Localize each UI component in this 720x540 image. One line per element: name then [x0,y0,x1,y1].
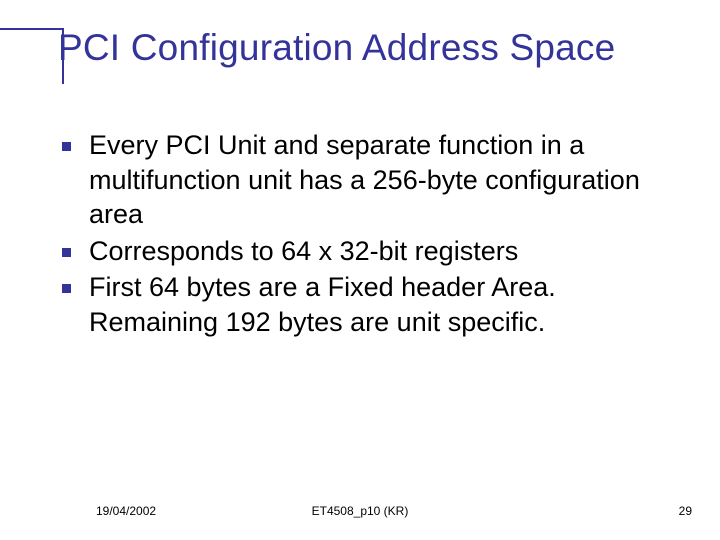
slide-title: PCI Configuration Address Space [46,28,700,69]
square-bullet-icon [62,248,71,257]
square-bullet-icon [62,284,71,293]
bullet-text: Every PCI Unit and separate function in … [89,128,680,232]
footer-page-number: 29 [679,504,692,518]
slide-footer: 19/04/2002 ET4508_p10 (KR) 29 [0,504,720,518]
square-bullet-icon [62,142,71,151]
list-item: Corresponds to 64 x 32-bit registers [62,234,680,269]
slide-title-area: PCI Configuration Address Space [46,28,700,69]
list-item: First 64 bytes are a Fixed header Area. … [62,270,680,339]
title-corner-rule [0,28,64,84]
list-item: Every PCI Unit and separate function in … [62,128,680,232]
bullet-text: First 64 bytes are a Fixed header Area. … [89,270,680,339]
bullet-list: Every PCI Unit and separate function in … [62,128,680,341]
bullet-text: Corresponds to 64 x 32-bit registers [89,234,518,269]
footer-date: 19/04/2002 [96,504,156,518]
